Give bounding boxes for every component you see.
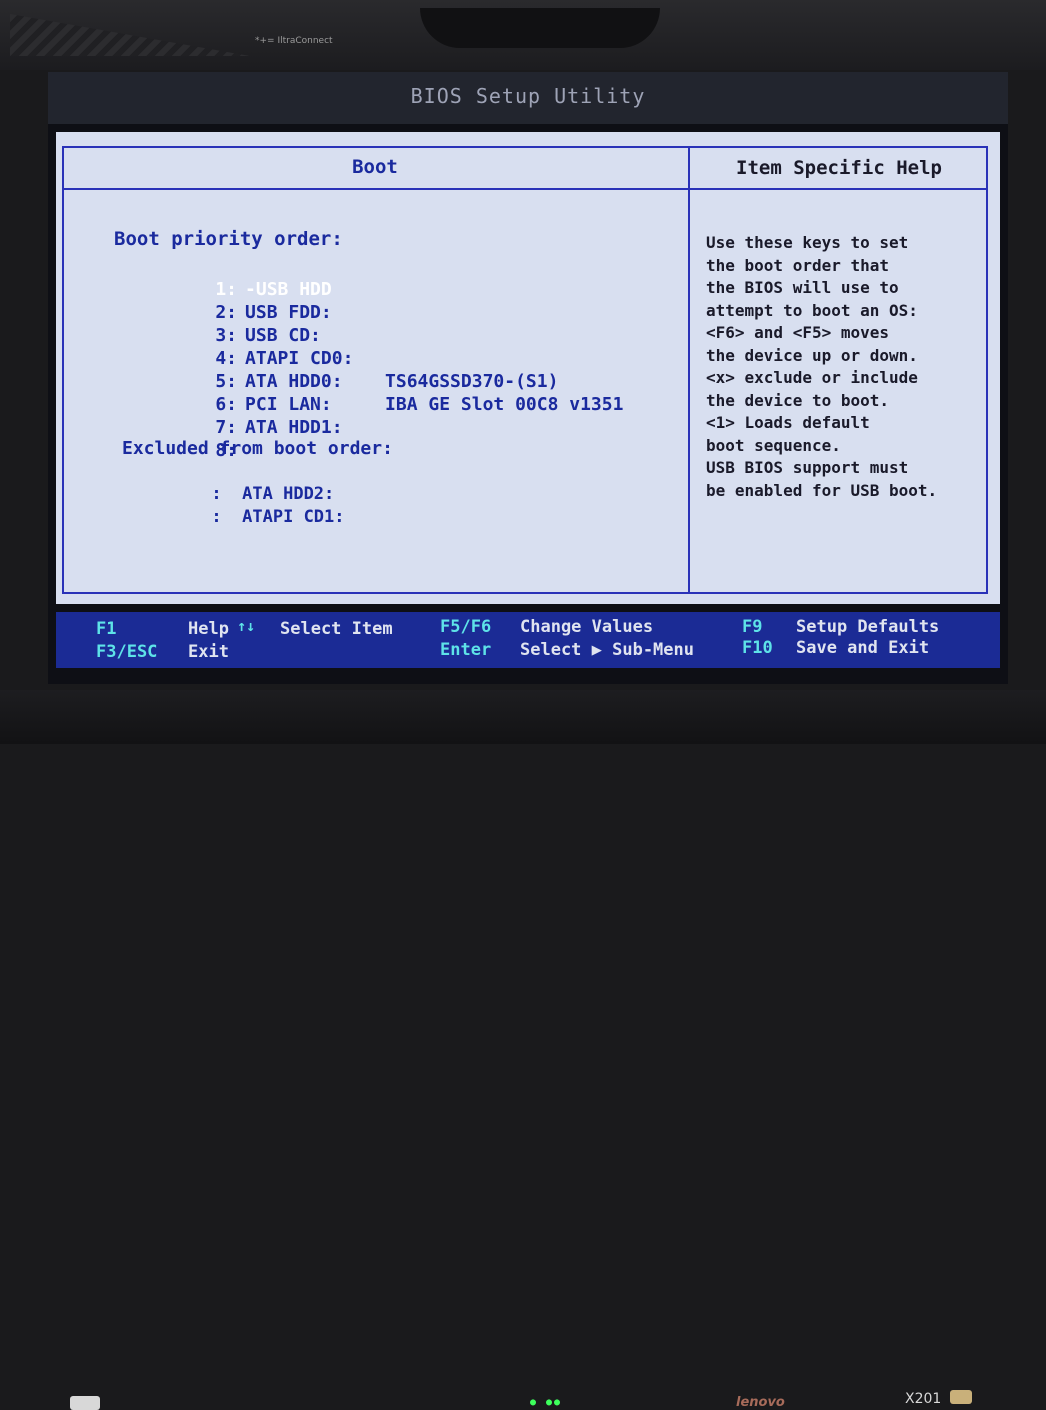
- brand-logo: lenovo: [736, 1395, 785, 1410]
- help-line: the boot order that: [706, 255, 890, 275]
- webcam-housing: [420, 8, 660, 48]
- hinge-left: [70, 1396, 100, 1410]
- esc-action: Exit: [188, 642, 229, 662]
- tab-boot[interactable]: Boot: [62, 146, 688, 188]
- f5f6-key[interactable]: F5/F6: [440, 617, 491, 637]
- boot-priority-title: Boot priority order:: [114, 228, 343, 250]
- hinge-right: [950, 1390, 972, 1404]
- key-help-bar: F1 Help ↑↓ Select Item F5/F6 Change Valu…: [56, 612, 1000, 668]
- excluded-title: Excluded from boot order:: [122, 438, 393, 459]
- f10-key[interactable]: F10: [742, 638, 773, 658]
- f10-action: Save and Exit: [796, 638, 930, 658]
- excluded-item-2[interactable]: : ATAPI CD1:: [150, 487, 345, 547]
- help-line: the BIOS will use to: [706, 278, 899, 297]
- help-panel-header: Item Specific Help: [736, 157, 942, 179]
- help-line: boot sequence.: [706, 435, 841, 455]
- help-line: <x> exclude or include: [706, 368, 918, 387]
- window-title: BIOS Setup Utility: [48, 72, 1008, 124]
- help-text: Use these keys to set the boot order tha…: [706, 232, 982, 502]
- panel-divider-horizontal: [62, 188, 988, 190]
- bezel-sticker: *+= IltraConnect: [255, 36, 333, 46]
- enter-action: Select ▶ Sub-Menu: [520, 640, 694, 660]
- help-line: <F6> and <F5> moves: [706, 323, 890, 342]
- bezel-texture: [10, 14, 250, 56]
- f5f6-action: Change Values: [520, 617, 654, 637]
- help-line: be enabled for USB boot.: [706, 480, 938, 500]
- help-line: the device to boot.: [706, 390, 890, 410]
- laptop-bezel-top: *+= IltraConnect: [0, 0, 1046, 70]
- help-line: Use these keys to set: [706, 233, 909, 252]
- f9-key[interactable]: F9: [742, 617, 762, 637]
- f9-action: Setup Defaults: [796, 617, 940, 637]
- arrow-keys-icon[interactable]: ↑↓: [237, 617, 255, 635]
- laptop-bezel-bottom: ● ●● lenovo X201: [0, 690, 1046, 1410]
- status-leds-icon: ● ●●: [530, 1397, 563, 1408]
- help-line: attempt to boot an OS:: [706, 300, 918, 320]
- help-line: USB BIOS support must: [706, 458, 909, 477]
- f1-key[interactable]: F1: [96, 619, 116, 639]
- help-line: the device up or down.: [706, 345, 918, 365]
- excluded-item-label: ATAPI CD1:: [242, 507, 345, 527]
- esc-key[interactable]: F3/ESC: [96, 642, 157, 662]
- enter-key[interactable]: Enter: [440, 640, 491, 660]
- boot-item-value: IBA GE Slot 00C8 v1351: [385, 394, 624, 415]
- model-label: X201: [905, 1391, 942, 1407]
- bios-screen: BIOS Setup Utility Boot Item Specific He…: [48, 72, 1008, 684]
- excluded-item-marker: :: [211, 507, 222, 527]
- f1-action: Help: [188, 619, 229, 639]
- bios-content-area: Boot Item Specific Help Boot priority or…: [56, 132, 1000, 604]
- panel-divider-vertical: [688, 146, 690, 594]
- help-line: <1> Loads default: [706, 413, 870, 432]
- arrows-action: Select Item: [280, 619, 393, 639]
